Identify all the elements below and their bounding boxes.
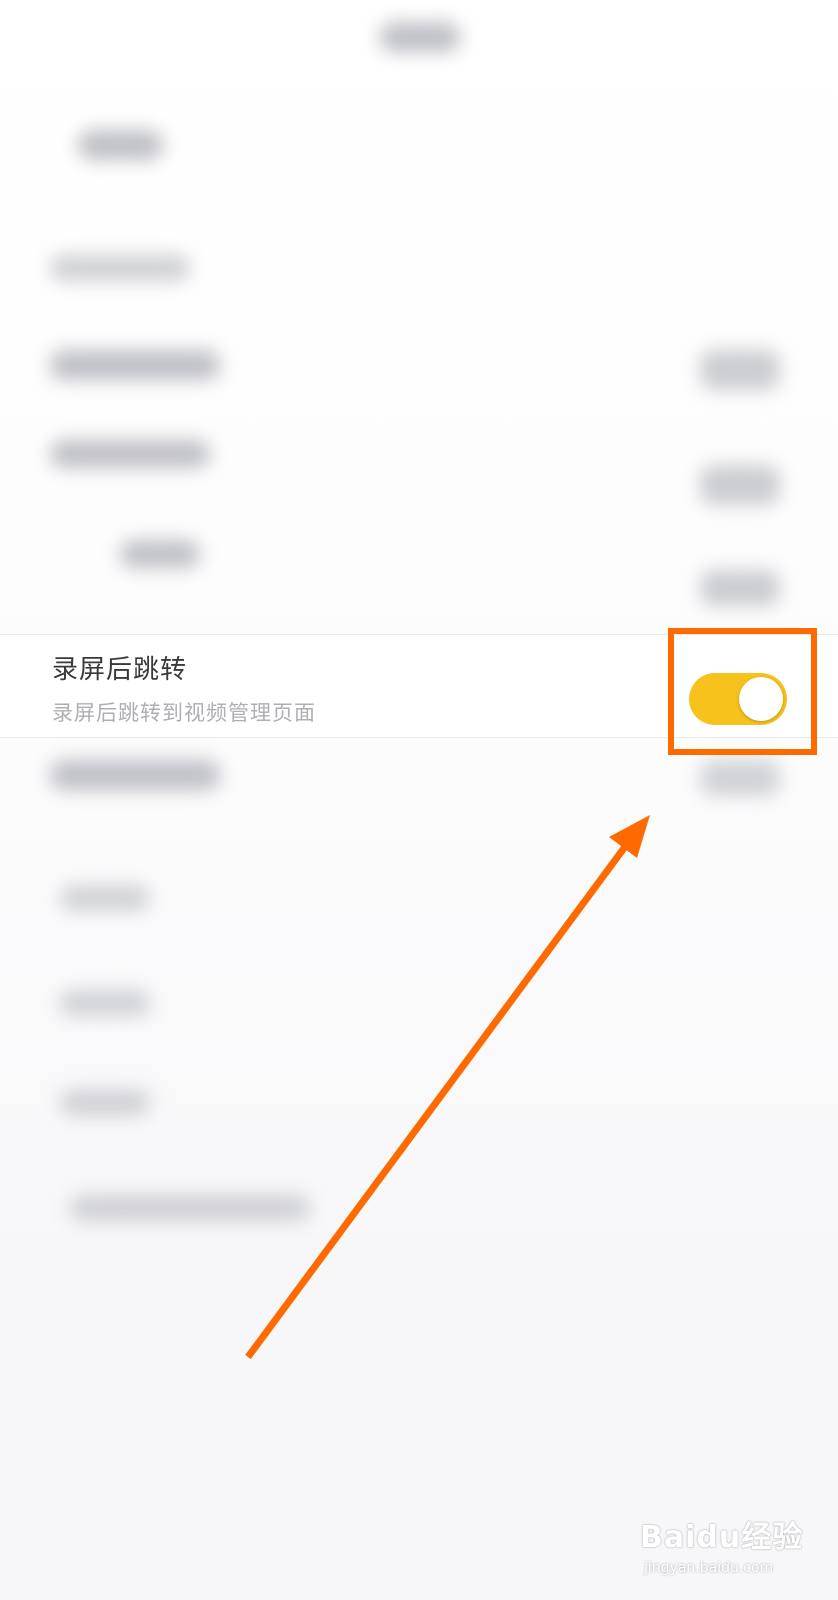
- setting-title: 录屏后跳转: [52, 655, 188, 685]
- blurred-settings-list: [0, 0, 838, 1600]
- setting-description: 录屏后跳转到视频管理页面: [52, 701, 316, 725]
- watermark: Baidu经验 jingyan.baidu.com: [640, 1512, 830, 1592]
- highlight-box: [668, 628, 817, 755]
- watermark-url: jingyan.baidu.com: [644, 1560, 774, 1576]
- watermark-logo: Baidu经验: [640, 1520, 804, 1555]
